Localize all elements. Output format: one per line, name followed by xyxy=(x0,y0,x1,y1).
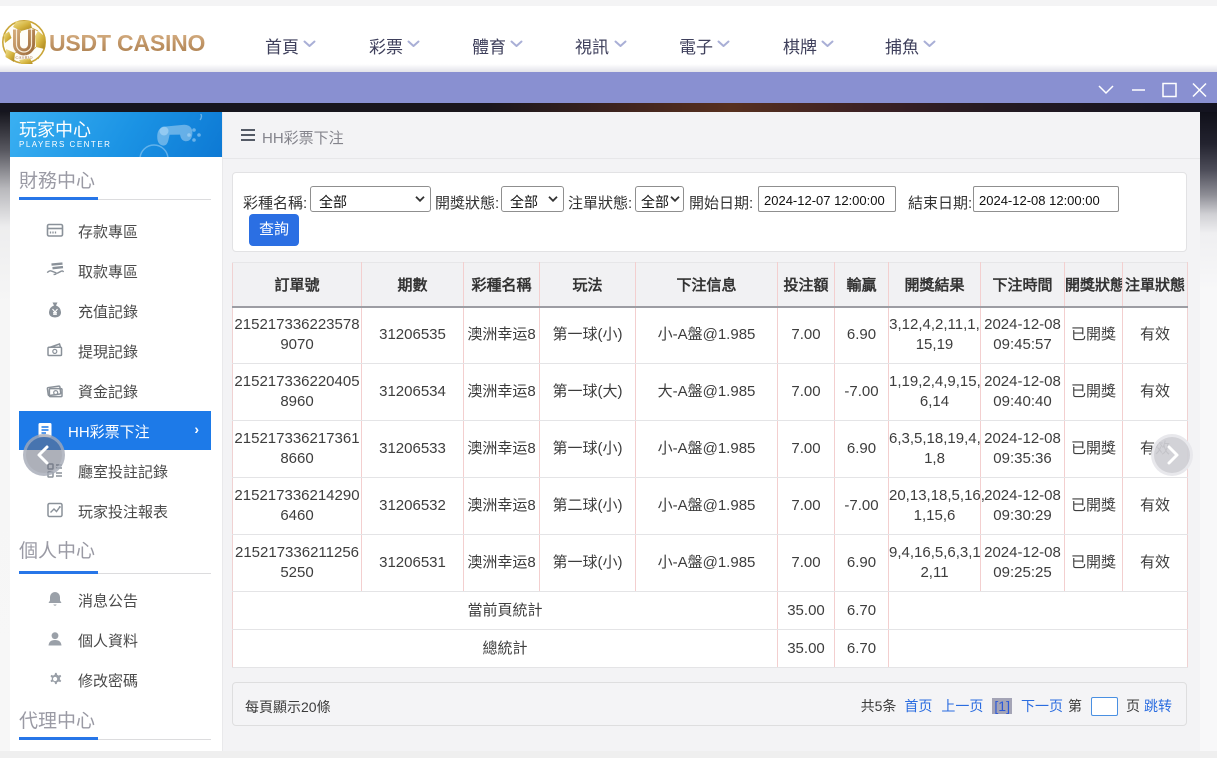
svg-text:casino: casino xyxy=(15,55,33,61)
